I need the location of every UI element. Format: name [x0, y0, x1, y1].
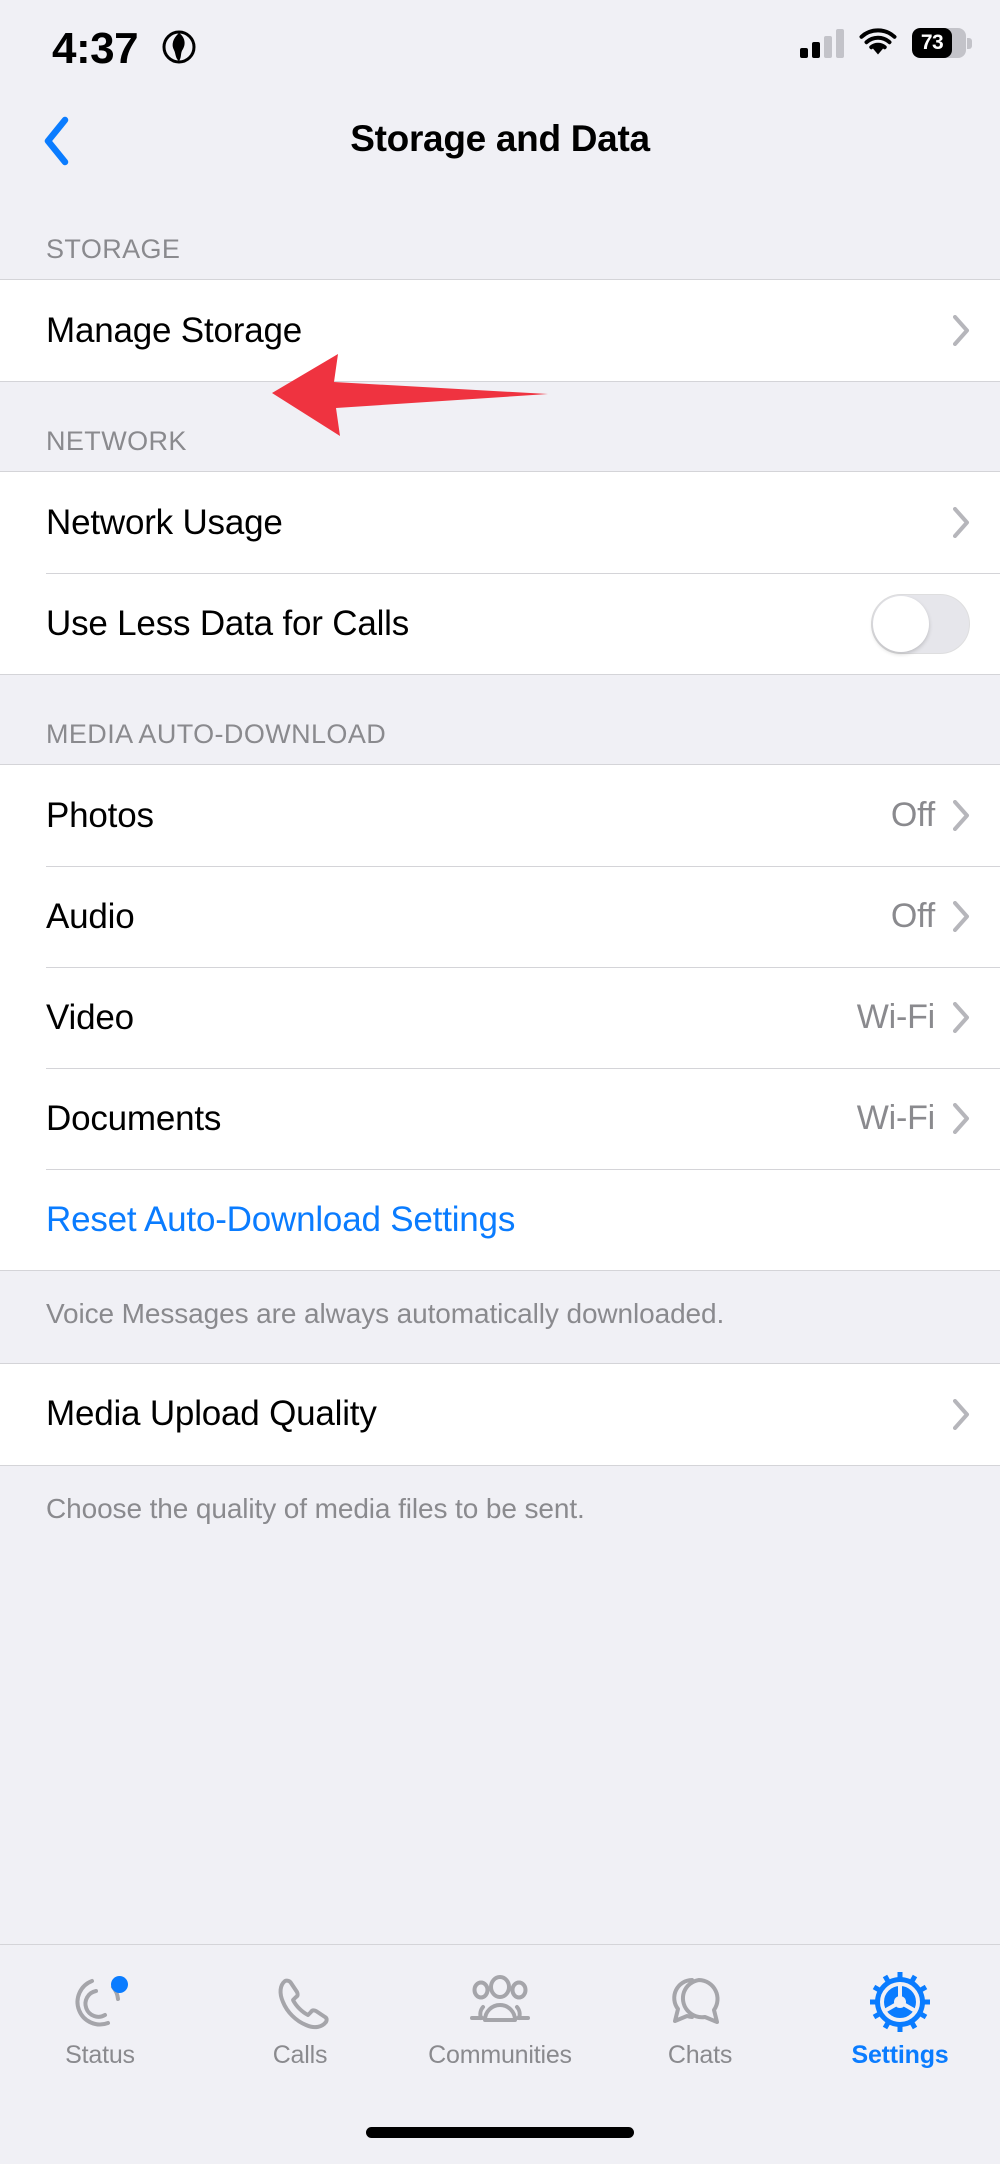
footnote-media-upload-quality: Choose the quality of media files to be …	[46, 1492, 585, 1524]
chevron-right-icon	[953, 507, 969, 538]
section-header-storage: STORAGE	[46, 234, 181, 264]
battery-percent-label: 73	[920, 31, 944, 54]
home-indicator	[366, 2127, 634, 2138]
status-bar-indicators: 73	[800, 28, 972, 58]
media-upload-quality-group: Media Upload Quality	[0, 1362, 1000, 1466]
status-bar-time: 4:37	[52, 24, 139, 73]
tab-label: Settings	[851, 2041, 949, 2069]
row-label: Documents	[46, 1098, 222, 1138]
chevron-right-icon	[953, 1002, 969, 1033]
chevron-right-icon	[953, 800, 969, 831]
section-header-media-auto-download: MEDIA AUTO-DOWNLOAD	[46, 719, 387, 749]
phone-icon	[268, 1971, 332, 2033]
row-video[interactable]: Video Wi-Fi	[0, 967, 1000, 1068]
row-label: Video	[46, 997, 134, 1037]
row-label: Reset Auto-Download Settings	[46, 1199, 516, 1239]
chevron-right-icon	[953, 1103, 969, 1134]
tab-label: Status	[65, 2041, 135, 2069]
status-rings-icon	[68, 1971, 132, 2033]
row-documents[interactable]: Documents Wi-Fi	[0, 1068, 1000, 1169]
location-services-icon	[162, 30, 196, 64]
iphone-screen: 4:37 73 Storage and Data STORAGE Manage …	[0, 0, 1000, 2164]
tab-communities[interactable]: Communities	[400, 1971, 600, 2070]
status-badge-dot	[111, 1976, 128, 1993]
tab-label: Chats	[667, 2041, 733, 2069]
row-value: Off	[890, 796, 935, 834]
footnote-voice-messages: Voice Messages are always automatically …	[46, 1298, 725, 1329]
network-group: Network Usage Use Less Data for Calls	[0, 471, 1000, 675]
chevron-right-icon	[953, 1398, 969, 1430]
row-reset-auto-download-settings[interactable]: Reset Auto-Download Settings	[0, 1169, 1000, 1270]
row-audio[interactable]: Audio Off	[0, 866, 1000, 967]
tab-bar: Status Calls Communities Chats Settings	[0, 1944, 1000, 2164]
row-network-usage[interactable]: Network Usage	[0, 472, 1000, 573]
row-use-less-data-for-calls[interactable]: Use Less Data for Calls	[0, 573, 1000, 674]
section-header-network: NETWORK	[46, 426, 187, 456]
tab-status[interactable]: Status	[0, 1971, 200, 2070]
row-value: Wi-Fi	[856, 1099, 935, 1137]
status-bar: 4:37 73	[0, 0, 1000, 98]
navigation-bar: Storage and Data	[0, 98, 1000, 190]
use-less-data-toggle[interactable]	[871, 593, 970, 654]
wifi-icon	[859, 28, 897, 55]
tab-calls[interactable]: Calls	[200, 1971, 400, 2070]
chat-bubbles-icon	[668, 1971, 732, 2033]
row-value: Wi-Fi	[856, 998, 935, 1036]
row-label: Manage Storage	[46, 310, 302, 350]
page-title: Storage and Data	[350, 118, 650, 159]
row-manage-storage[interactable]: Manage Storage	[0, 280, 1000, 381]
row-label: Network Usage	[46, 502, 283, 542]
tab-chats[interactable]: Chats	[600, 1971, 800, 2070]
cellular-signal-icon	[800, 28, 844, 58]
chevron-right-icon	[953, 901, 969, 932]
communities-people-icon	[468, 1971, 532, 2033]
tab-label: Communities	[428, 2041, 572, 2069]
row-photos[interactable]: Photos Off	[0, 765, 1000, 866]
storage-group: Manage Storage	[0, 279, 1000, 382]
tab-label: Calls	[272, 2041, 328, 2069]
battery-icon: 73	[912, 28, 972, 58]
row-value: Off	[890, 897, 935, 935]
chevron-right-icon	[953, 315, 969, 346]
gear-icon	[868, 1971, 932, 2033]
row-label: Photos	[46, 795, 154, 835]
tab-settings[interactable]: Settings	[800, 1971, 1000, 2070]
row-label: Audio	[46, 896, 135, 936]
row-label: Media Upload Quality	[46, 1394, 377, 1434]
row-label: Use Less Data for Calls	[46, 603, 410, 643]
row-media-upload-quality[interactable]: Media Upload Quality	[0, 1363, 1000, 1465]
media-auto-download-group: Photos Off Audio Off Video Wi-Fi Documen…	[0, 764, 1000, 1271]
